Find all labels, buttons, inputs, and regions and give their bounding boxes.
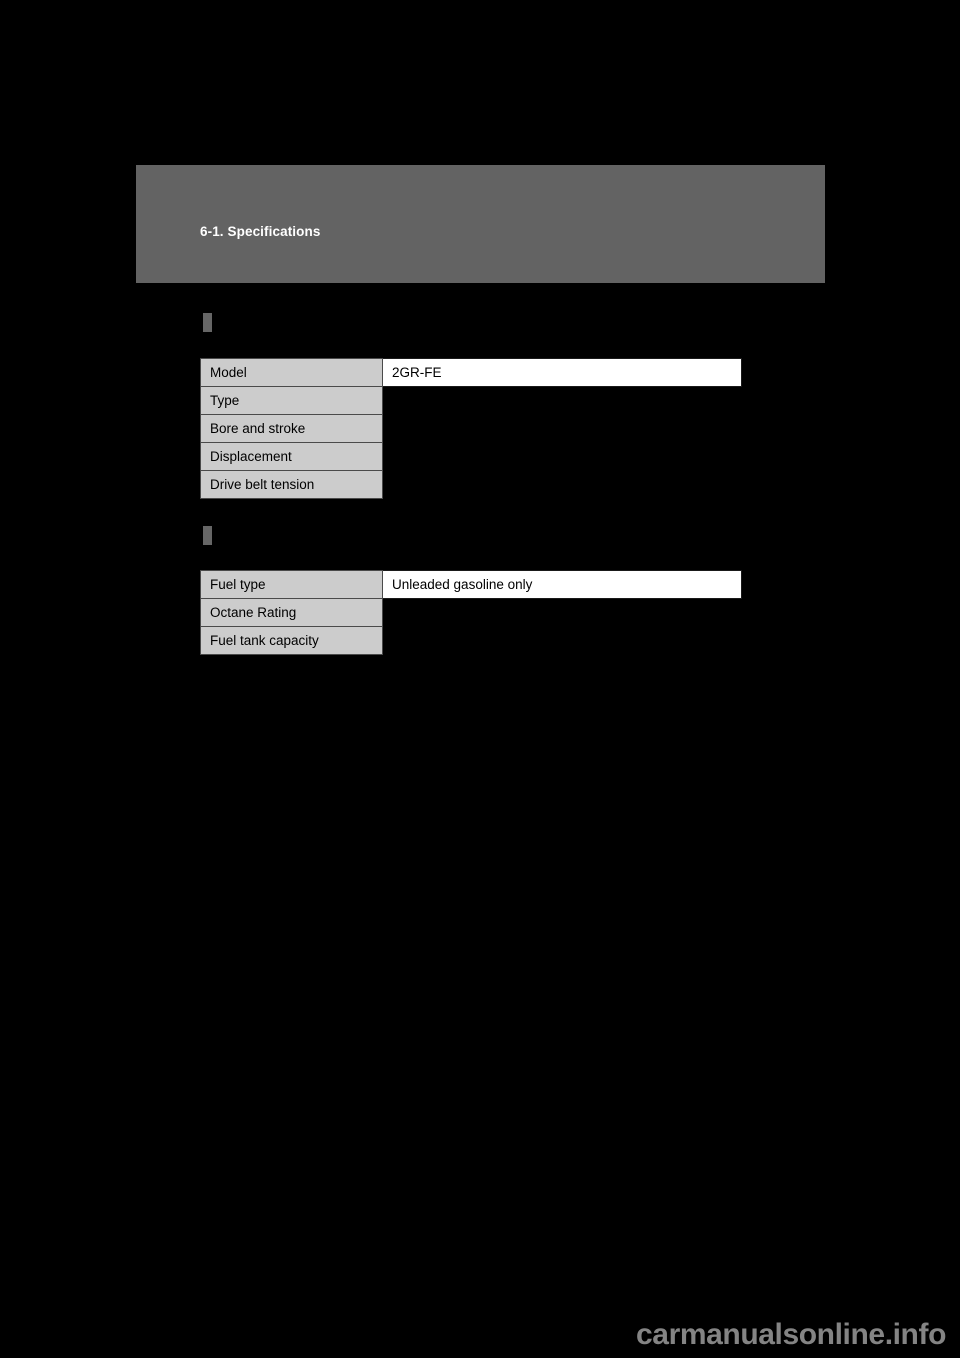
page-header-banner: 6-1. Specifications <box>136 165 825 283</box>
spec-value-model: 2GR-FE <box>382 358 742 387</box>
spec-label-displacement: Displacement <box>200 442 383 471</box>
spec-value-displacement <box>383 443 742 471</box>
spec-value-bore-and-stroke <box>383 415 742 443</box>
spec-label-octane-rating: Octane Rating <box>200 598 383 627</box>
page-title: 6-1. Specifications <box>200 224 321 239</box>
table-row: Type <box>200 386 742 415</box>
table-row: Bore and stroke <box>200 414 742 443</box>
table-row: Octane Rating <box>200 598 742 627</box>
site-watermark: carmanualsonline.info <box>636 1318 946 1351</box>
table-row: Fuel type Unleaded gasoline only <box>200 570 742 599</box>
table-row: Displacement <box>200 442 742 471</box>
spec-label-model: Model <box>200 358 383 387</box>
spec-label-fuel-type: Fuel type <box>200 570 383 599</box>
section-marker-icon-2 <box>203 526 212 545</box>
table-row: Drive belt tension <box>200 470 742 499</box>
document-page: 6-1. Specifications Model 2GR-FE Type Bo… <box>0 0 960 1358</box>
spec-value-fuel-tank-capacity <box>383 627 742 655</box>
spec-label-fuel-tank-capacity: Fuel tank capacity <box>200 626 383 655</box>
fuel-spec-table: Fuel type Unleaded gasoline only Octane … <box>200 570 742 655</box>
engine-spec-table: Model 2GR-FE Type Bore and stroke Displa… <box>200 358 742 499</box>
spec-value-octane-rating <box>383 599 742 627</box>
spec-value-type <box>383 387 742 415</box>
spec-value-fuel-type: Unleaded gasoline only <box>382 570 742 599</box>
spec-label-drive-belt-tension: Drive belt tension <box>200 470 383 499</box>
table-row: Fuel tank capacity <box>200 626 742 655</box>
spec-label-type: Type <box>200 386 383 415</box>
section-marker-icon-1 <box>203 313 212 332</box>
spec-value-drive-belt-tension <box>383 471 742 499</box>
spec-label-bore-and-stroke: Bore and stroke <box>200 414 383 443</box>
table-row: Model 2GR-FE <box>200 358 742 387</box>
